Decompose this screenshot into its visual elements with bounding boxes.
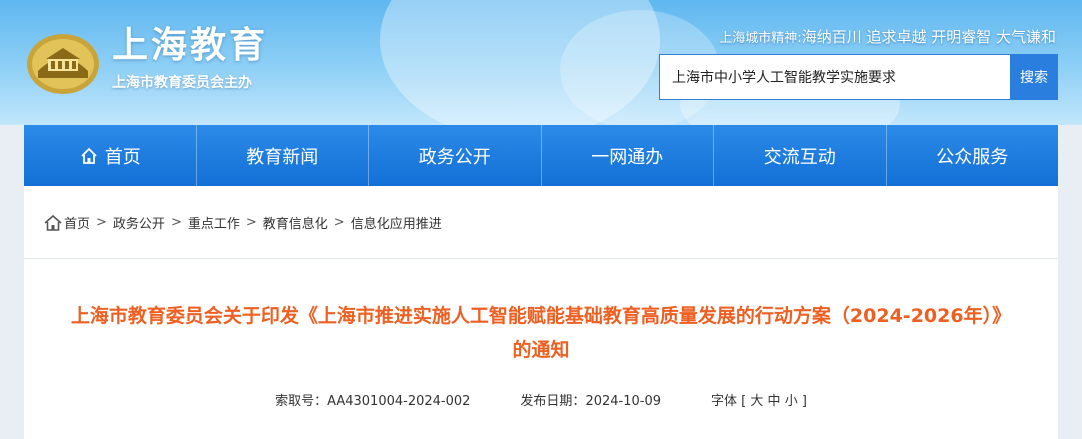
font-size-small-button[interactable]: 小 [785, 394, 798, 409]
nav-item-label: 一网通办 [591, 146, 664, 168]
nav-item-label: 教育新闻 [246, 146, 319, 168]
home-icon[interactable] [44, 214, 62, 231]
breadcrumb: 首页 > 政务公开 > 重点工作 > 教育信息化 > 信息化应用推进 [44, 213, 442, 232]
font-size-control: 字体 [ 大 中 小 ] [711, 390, 807, 409]
font-bracket-close: ] [801, 394, 807, 409]
font-bracket-open: [ [741, 394, 747, 409]
motto-label: 上海城市精神: [719, 31, 802, 46]
breadcrumb-item-key-work[interactable]: 重点工作 [188, 213, 240, 232]
breadcrumb-item-education-informatization[interactable]: 教育信息化 [263, 213, 328, 232]
index-value: AA4301004-2024-002 [327, 394, 471, 409]
article-title: 上海市教育委员会关于印发《上海市推进实施人工智能赋能基础教育高质量发展的行动方案… [70, 305, 1012, 361]
nav-item-home[interactable]: 首页 [24, 125, 197, 186]
breadcrumb-bar: 首页 > 政务公开 > 重点工作 > 教育信息化 > 信息化应用推进 [24, 186, 1058, 259]
nav-item-label: 公众服务 [936, 146, 1009, 168]
motto-text: 海纳百川 追求卓越 开明睿智 大气谦和 [801, 28, 1056, 46]
city-motto: 上海城市精神:海纳百川 追求卓越 开明睿智 大气谦和 [719, 26, 1056, 47]
font-size-medium-button[interactable]: 中 [768, 394, 781, 409]
search-input[interactable] [659, 54, 1010, 100]
site-subtitle: 上海市教育委员会主办 [112, 75, 252, 91]
article-panel: 上海市教育委员会关于印发《上海市推进实施人工智能赋能基础教育高质量发展的行动方案… [24, 259, 1058, 439]
breadcrumb-separator: > [96, 215, 107, 230]
search-button[interactable]: 搜索 [1010, 54, 1058, 100]
site-title: 上海教育 [112, 25, 269, 66]
nav-item-public-service[interactable]: 公众服务 [887, 125, 1059, 186]
main-nav: 首页 教育新闻 政务公开 一网通办 交流互动 公众服务 [24, 125, 1058, 186]
home-icon [81, 147, 97, 164]
nav-item-education-news[interactable]: 教育新闻 [197, 125, 369, 186]
nav-item-government-affairs[interactable]: 政务公开 [369, 125, 542, 186]
site-brand[interactable]: 上海教育 上海市教育委员会主办 [112, 26, 268, 92]
nav-item-interaction[interactable]: 交流互动 [714, 125, 887, 186]
font-size-label: 字体 [711, 394, 738, 409]
index-label: 索取号： [275, 394, 328, 409]
date-value: 2024-10-09 [585, 394, 661, 409]
font-size-large-button[interactable]: 大 [750, 394, 763, 409]
article-meta: 索取号：AA4301004-2024-002 发布日期：2024-10-09 字… [24, 390, 1058, 409]
nav-item-label: 交流互动 [763, 146, 836, 168]
index-number: 索取号：AA4301004-2024-002 [275, 390, 470, 409]
shanghai-education-logo-icon[interactable] [24, 26, 102, 96]
breadcrumb-item-application-promotion[interactable]: 信息化应用推进 [351, 213, 442, 232]
publish-date: 发布日期：2024-10-09 [520, 390, 661, 409]
breadcrumb-separator: > [170, 215, 182, 230]
breadcrumb-separator: > [245, 215, 257, 230]
date-label: 发布日期： [520, 394, 586, 409]
nav-item-label: 政务公开 [418, 146, 491, 168]
breadcrumb-separator: > [333, 215, 345, 230]
breadcrumb-item-government-affairs[interactable]: 政务公开 [113, 213, 165, 232]
breadcrumb-item-home[interactable]: 首页 [64, 213, 90, 232]
nav-item-one-stop-service[interactable]: 一网通办 [542, 125, 714, 186]
site-header: 上海教育 上海市教育委员会主办 上海城市精神:海纳百川 追求卓越 开明睿智 大气… [0, 0, 1082, 125]
search-bar: 搜索 [659, 54, 1058, 100]
nav-item-label: 首页 [104, 146, 141, 168]
